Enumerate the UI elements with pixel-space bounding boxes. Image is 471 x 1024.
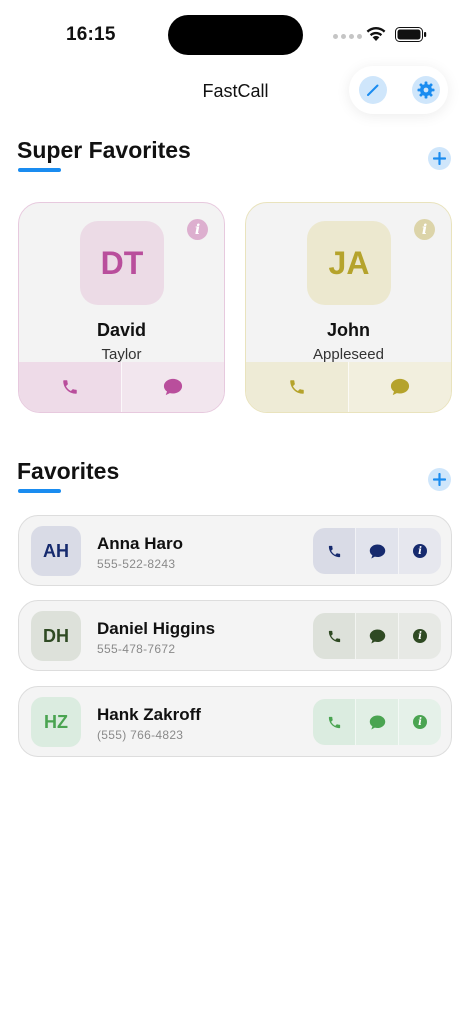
call-button[interactable] <box>246 362 348 412</box>
call-button[interactable] <box>19 362 121 412</box>
contact-phone: 555-478-7672 <box>97 642 176 656</box>
contact-last-name: Taylor <box>101 346 142 363</box>
call-button[interactable] <box>313 699 355 745</box>
info-button[interactable]: i <box>398 613 441 659</box>
phone-icon <box>63 380 77 394</box>
contact-last-name: Appleseed <box>313 346 384 363</box>
plus-icon <box>433 473 446 486</box>
avatar: HZ <box>31 697 81 747</box>
dynamic-island <box>168 15 303 55</box>
message-icon <box>390 378 410 396</box>
info-icon: i <box>413 544 427 558</box>
message-button[interactable] <box>121 362 224 412</box>
info-icon: i <box>413 629 427 643</box>
message-button[interactable] <box>355 613 398 659</box>
message-icon <box>369 544 385 558</box>
row-actions: i <box>313 528 441 574</box>
row-actions: i <box>313 699 441 745</box>
super-favorite-card[interactable]: DT i David Taylor <box>18 202 225 413</box>
contact-first-name: John <box>327 320 370 340</box>
phone-icon <box>328 716 340 728</box>
contact-first-name: David <box>96 320 147 340</box>
edit-button[interactable] <box>359 76 387 104</box>
plus-icon <box>433 152 446 165</box>
message-icon <box>369 715 385 729</box>
favorite-row[interactable]: AH Anna Haro 555-522-8243 i <box>18 515 452 586</box>
avatar: AH <box>31 526 81 576</box>
contact-name: Hank Zakroff <box>97 705 201 724</box>
message-icon <box>369 629 385 643</box>
avatar: DH <box>31 611 81 661</box>
signal-icon <box>333 34 362 39</box>
phone-icon <box>290 380 304 394</box>
contact-name: Anna Haro <box>97 534 183 553</box>
contact-phone: 555-522-8243 <box>97 557 176 571</box>
gear-icon <box>417 81 435 99</box>
add-super-favorite-button[interactable] <box>428 147 451 170</box>
pencil-icon <box>367 84 379 96</box>
message-button[interactable] <box>348 362 451 412</box>
phone-icon <box>328 630 340 642</box>
avatar: JA <box>307 221 391 305</box>
info-icon: i <box>413 715 427 729</box>
card-actions <box>246 362 451 412</box>
wifi-icon <box>366 26 386 41</box>
card-actions <box>19 362 224 412</box>
message-button[interactable] <box>355 528 398 574</box>
super-favorite-card[interactable]: JA i John Appleseed <box>245 202 452 413</box>
favorites-title: Favorites <box>17 458 120 484</box>
row-actions: i <box>313 613 441 659</box>
status-time: 16:15 <box>66 24 116 45</box>
message-button[interactable] <box>355 699 398 745</box>
super-favorites-title: Super Favorites <box>17 137 191 163</box>
contact-phone: (555) 766-4823 <box>97 728 184 742</box>
call-button[interactable] <box>313 613 355 659</box>
add-favorite-button[interactable] <box>428 468 451 491</box>
info-icon[interactable]: i <box>187 219 208 240</box>
info-button[interactable]: i <box>398 699 441 745</box>
message-icon <box>163 378 183 396</box>
contact-name: Daniel Higgins <box>97 619 216 638</box>
section-underline <box>18 168 61 172</box>
favorite-row[interactable]: HZ Hank Zakroff (555) 766-4823 i <box>18 686 452 757</box>
info-button[interactable]: i <box>398 528 441 574</box>
info-icon[interactable]: i <box>414 219 435 240</box>
phone-icon <box>328 545 340 557</box>
favorite-row[interactable]: DH Daniel Higgins 555-478-7672 i <box>18 600 452 671</box>
call-button[interactable] <box>313 528 355 574</box>
battery-icon <box>395 27 427 42</box>
section-underline <box>18 489 61 493</box>
settings-button[interactable] <box>412 76 440 104</box>
avatar: DT <box>80 221 164 305</box>
